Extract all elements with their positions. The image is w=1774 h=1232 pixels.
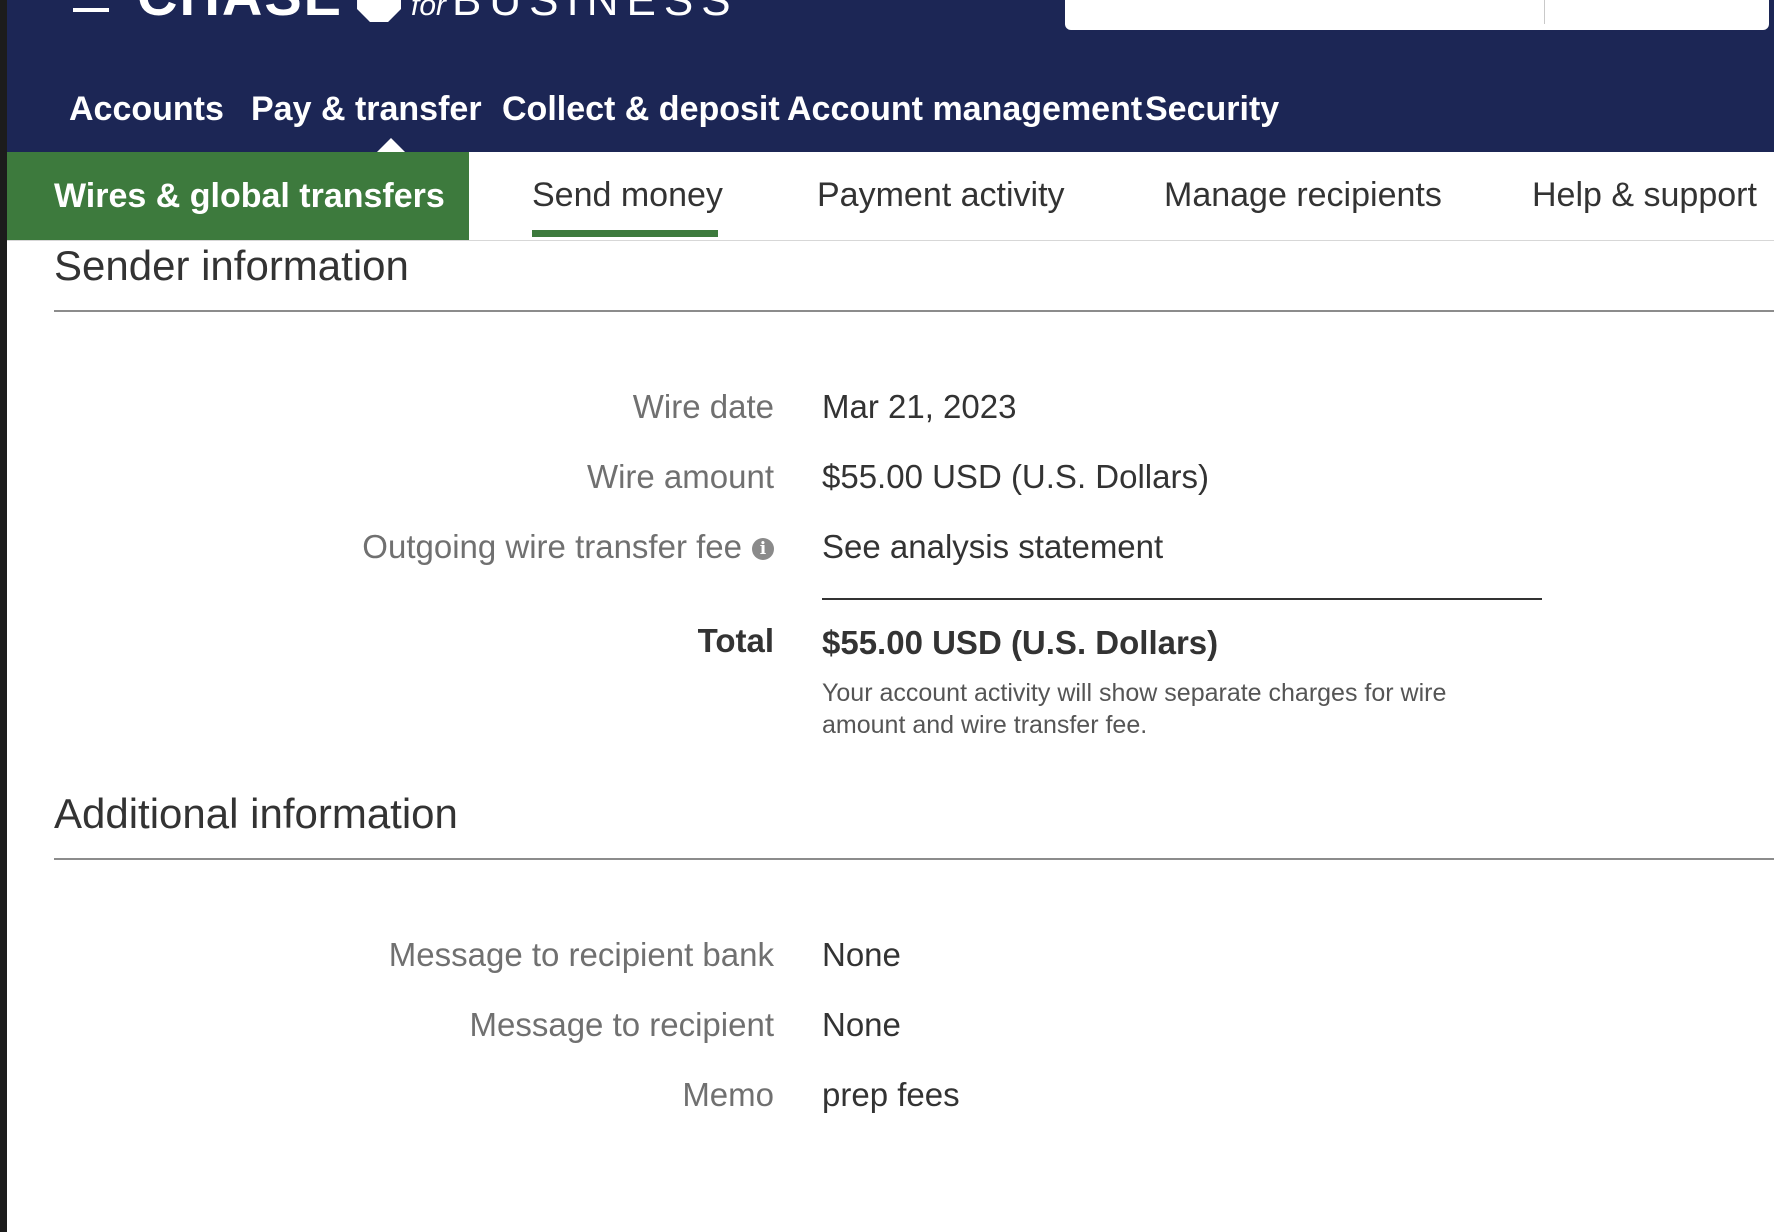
total-label: Total: [697, 622, 774, 659]
window-frame-edge: [0, 0, 7, 1232]
nav-collect-and-deposit[interactable]: Collect & deposit: [502, 90, 780, 129]
sender-information-title: Sender information: [54, 242, 409, 289]
info-icon[interactable]: i: [752, 538, 774, 561]
nav-pay-and-transfer[interactable]: Pay & transfer: [251, 90, 482, 129]
outgoing-fee-value: See analysis statement: [822, 528, 1164, 565]
brand-business: BUSINESS: [452, 0, 739, 25]
sub-navigation: Wires & global transfers Send money Paym…: [7, 152, 1774, 241]
wire-amount-value: $55.00 USD (U.S. Dollars): [822, 458, 1209, 495]
search-divider: [1544, 0, 1545, 24]
memo-value: prep fees: [822, 1076, 960, 1113]
recipient-message-value: None: [822, 1006, 901, 1043]
subnav-manage-recipients[interactable]: Manage recipients: [1164, 176, 1442, 215]
wire-date-value: Mar 21, 2023: [822, 388, 1017, 425]
active-nav-caret-icon: [377, 138, 405, 152]
additional-section-divider: [54, 858, 1774, 860]
nav-account-management[interactable]: Account management: [787, 90, 1142, 129]
active-tab-underline: [532, 230, 718, 237]
chase-octagon-icon: [357, 0, 402, 23]
wire-amount-label: Wire amount: [586, 458, 774, 495]
main-navigation: Accounts Pay & transfer Collect & deposi…: [7, 82, 1774, 152]
additional-information-title: Additional information: [54, 790, 458, 837]
brand-name: CHASE: [137, 0, 343, 27]
bank-message-value: None: [822, 936, 901, 973]
sender-section-divider: [54, 310, 1774, 312]
total-value: $55.00 USD (U.S. Dollars): [822, 624, 1219, 661]
nav-accounts[interactable]: Accounts: [69, 90, 224, 129]
hamburger-menu-icon[interactable]: [73, 0, 109, 18]
top-header: CHASE forBUSINESS Accounts Pay & transfer…: [7, 0, 1774, 152]
brand-for: for: [411, 0, 447, 22]
bank-message-label: Message to recipient bank: [388, 936, 774, 973]
subnav-payment-activity[interactable]: Payment activity: [817, 176, 1065, 215]
outgoing-fee-label: Outgoing wire transfer fee: [362, 528, 742, 565]
recipient-message-label: Message to recipient: [469, 1006, 775, 1043]
search-input[interactable]: [1065, 0, 1769, 30]
wire-date-label: Wire date: [632, 388, 774, 425]
total-note: Your account activity will show separate…: [822, 679, 1447, 739]
subnav-send-money[interactable]: Send money: [532, 176, 723, 215]
nav-security[interactable]: Security: [1145, 90, 1279, 129]
subnav-wires-and-global-transfers[interactable]: Wires & global transfers: [7, 152, 469, 240]
total-divider: [822, 598, 1542, 600]
memo-label: Memo: [682, 1076, 774, 1113]
subnav-help-and-support[interactable]: Help & support: [1532, 176, 1757, 215]
chase-for-business-logo[interactable]: CHASE forBUSINESS: [137, 0, 739, 26]
fee-label-row: Outgoing wire transfer fee i: [362, 528, 774, 566]
